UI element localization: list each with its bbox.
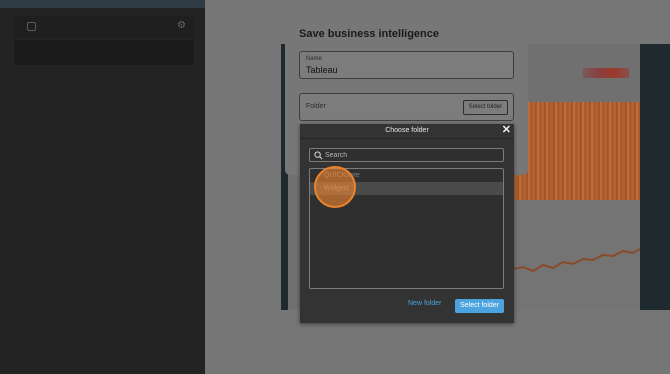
name-field[interactable]: Name Tableau (299, 51, 514, 79)
click-highlight-marker (314, 166, 356, 208)
sidebar-band (14, 40, 194, 65)
chart-trend-line (513, 248, 640, 273)
folder-field[interactable]: Folder Select folder (299, 93, 514, 121)
close-icon[interactable]: ✕ (502, 124, 511, 137)
sidebar-item: ⚙ (14, 16, 194, 38)
new-folder-button[interactable]: New folder (408, 300, 441, 307)
sidebar-topbar (0, 0, 205, 8)
select-folder-button[interactable]: Select folder (462, 100, 508, 115)
title-divider (300, 138, 514, 139)
name-field-label: Name (306, 56, 323, 62)
search-icon (314, 151, 323, 160)
gear-icon: ⚙ (177, 20, 186, 31)
dialog-title: Save business intelligence (299, 28, 440, 40)
chart-heatmap (513, 102, 640, 200)
sidebar: ⚙ (0, 0, 205, 374)
chart-legend (583, 68, 629, 78)
name-field-value[interactable]: Tableau (306, 65, 338, 75)
choose-folder-dialog: Choose folder ✕ QUICKnote Widgets New fo… (300, 124, 514, 323)
search-box[interactable] (309, 148, 504, 162)
select-folder-confirm-button[interactable]: Select folder (455, 299, 504, 313)
search-input[interactable] (325, 150, 495, 160)
folder-icon (27, 22, 36, 31)
folder-field-placeholder: Folder (306, 103, 326, 110)
choose-folder-title: Choose folder (385, 127, 429, 134)
